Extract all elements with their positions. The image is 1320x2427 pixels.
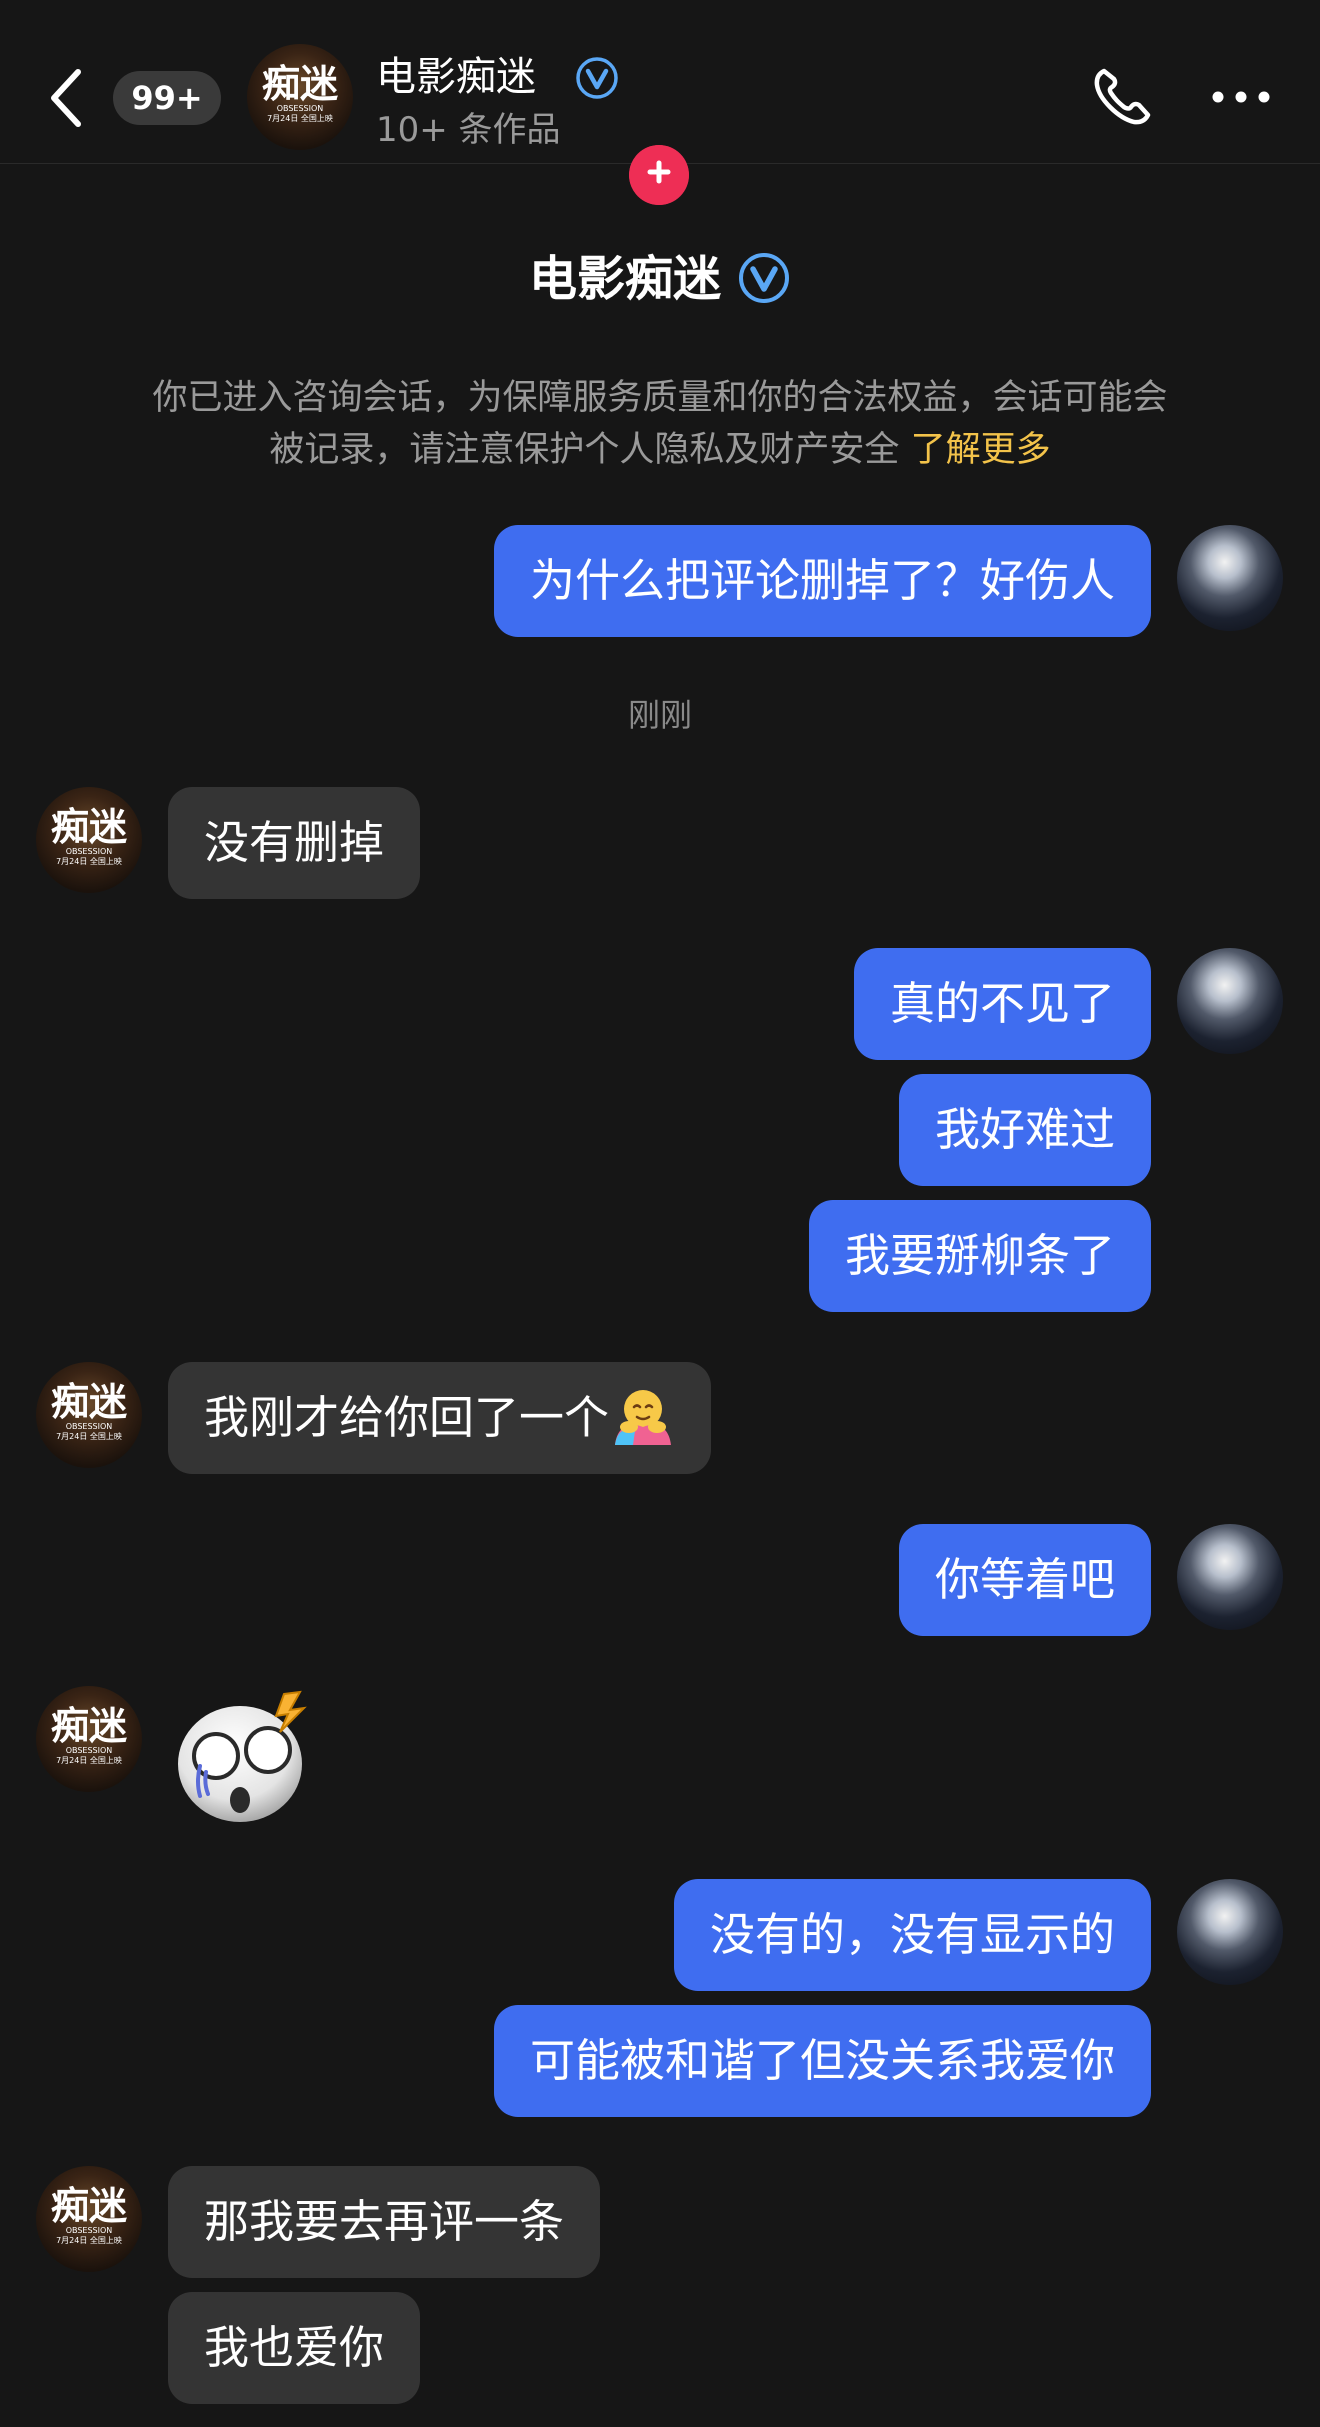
my-avatar[interactable] [1177, 525, 1283, 631]
message-bubble-incoming[interactable]: 没有删掉 [168, 787, 421, 899]
contact-name[interactable]: 电影痴迷 [376, 50, 536, 104]
profile-name-row: 电影痴迷 [0, 244, 1320, 314]
message-bubble-outgoing[interactable]: 你等着吧 [898, 1524, 1151, 1636]
more-options-icon[interactable] [1210, 80, 1272, 114]
shocked-skull-emoji-icon[interactable] [172, 1688, 317, 1828]
message-bubble-outgoing[interactable]: 可能被和谐了但没关系我爱你 [493, 2005, 1151, 2117]
message-bubble-outgoing[interactable]: 没有的，没有显示的 [673, 1879, 1151, 1991]
my-avatar[interactable] [1177, 1879, 1283, 1985]
learn-more-link[interactable]: 了解更多 [911, 430, 1051, 470]
message-bubble-incoming[interactable]: 我刚才给你回了一个 [168, 1362, 712, 1474]
works-count[interactable]: 10+ 条作品 [376, 106, 561, 154]
message-bubble-outgoing[interactable]: 为什么把评论删掉了？好伤人 [493, 525, 1151, 637]
phone-icon[interactable] [1090, 65, 1154, 129]
hug-emoji-icon [615, 1390, 672, 1445]
contact-avatar[interactable]: 痴迷 OBSESSION 7月24日 全国上映 [36, 1362, 142, 1468]
privacy-notice: 你已进入咨询会话，为保障服务质量和你的合法权益，会话可能会被记录，请注意保护个人… [152, 378, 1168, 470]
message-timestamp: 刚刚 [627, 696, 692, 734]
contact-avatar[interactable]: 痴迷 OBSESSION 7月24日 全国上映 [36, 1686, 142, 1792]
follow-plus-icon[interactable] [629, 145, 689, 205]
contact-avatar[interactable]: 痴迷 OBSESSION 7月24日 全国上映 [36, 2166, 142, 2272]
verified-icon [576, 57, 618, 99]
my-avatar[interactable] [1177, 948, 1283, 1054]
my-avatar[interactable] [1177, 1524, 1283, 1630]
message-bubble-incoming[interactable]: 我也爱你 [168, 2292, 421, 2404]
message-bubble-outgoing[interactable]: 真的不见了 [853, 948, 1151, 1060]
verified-icon [739, 253, 789, 303]
back-arrow-icon[interactable] [40, 58, 100, 138]
contact-avatar[interactable]: 痴迷 OBSESSION 7月24日 全国上映 [36, 787, 142, 893]
unread-badge[interactable]: 99+ [113, 71, 221, 125]
contact-avatar[interactable]: 痴迷 OBSESSION 7月24日 全国上映 [247, 44, 353, 150]
message-bubble-outgoing[interactable]: 我要掰柳条了 [808, 1200, 1151, 1312]
profile-name[interactable]: 电影痴迷 [529, 251, 721, 307]
message-bubble-outgoing[interactable]: 我好难过 [898, 1074, 1151, 1186]
message-bubble-incoming[interactable]: 那我要去再评一条 [168, 2166, 601, 2278]
